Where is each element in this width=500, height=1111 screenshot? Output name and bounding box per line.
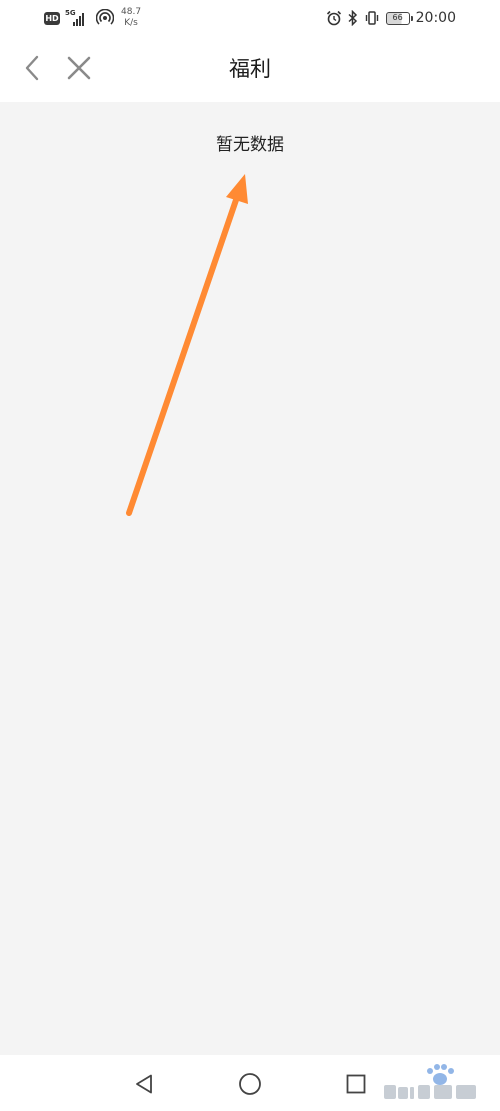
bluetooth-icon xyxy=(348,10,357,26)
status-bar-left: HD 5G 48.7 K/s xyxy=(44,6,141,30)
back-button[interactable] xyxy=(14,50,50,86)
system-back-button[interactable] xyxy=(127,1067,161,1101)
main-content: 暂无数据 xyxy=(0,102,500,1055)
square-recent-icon xyxy=(346,1074,366,1094)
status-bar: HD 5G 48.7 K/s 66 20:00 xyxy=(0,0,500,36)
close-button[interactable] xyxy=(60,50,98,86)
hd-badge: HD xyxy=(44,11,60,25)
alarm-icon xyxy=(326,10,341,26)
back-arrow-icon xyxy=(25,55,39,81)
header-bar: 福利 xyxy=(0,36,500,102)
system-recent-apps-button[interactable] xyxy=(339,1067,373,1101)
network-speed-value: 48.7 xyxy=(121,7,142,17)
system-navigation-bar xyxy=(0,1055,500,1111)
annotation-arrowhead xyxy=(226,174,248,204)
circle-home-icon xyxy=(239,1073,261,1095)
annotation-arrow xyxy=(126,174,248,516)
network-speed-unit: K/s xyxy=(124,18,138,28)
baidu-watermark-logo xyxy=(384,1064,476,1099)
hotspot-icon xyxy=(96,9,114,25)
triangle-back-icon xyxy=(136,1074,152,1094)
battery-level: 66 xyxy=(392,12,403,22)
status-time: 20:00 xyxy=(415,10,456,26)
empty-state-message: 暂无数据 xyxy=(216,135,284,155)
cellular-signal-icon: 5G xyxy=(65,9,91,26)
vibrate-icon xyxy=(365,11,378,25)
system-home-button[interactable] xyxy=(233,1067,267,1101)
close-icon xyxy=(67,56,91,80)
network-speed: 48.7 K/s xyxy=(121,7,141,29)
annotation-arrow-shaft xyxy=(126,197,239,516)
status-bar-right: 66 20:00 xyxy=(326,6,456,30)
battery-icon: 66 xyxy=(385,11,413,25)
